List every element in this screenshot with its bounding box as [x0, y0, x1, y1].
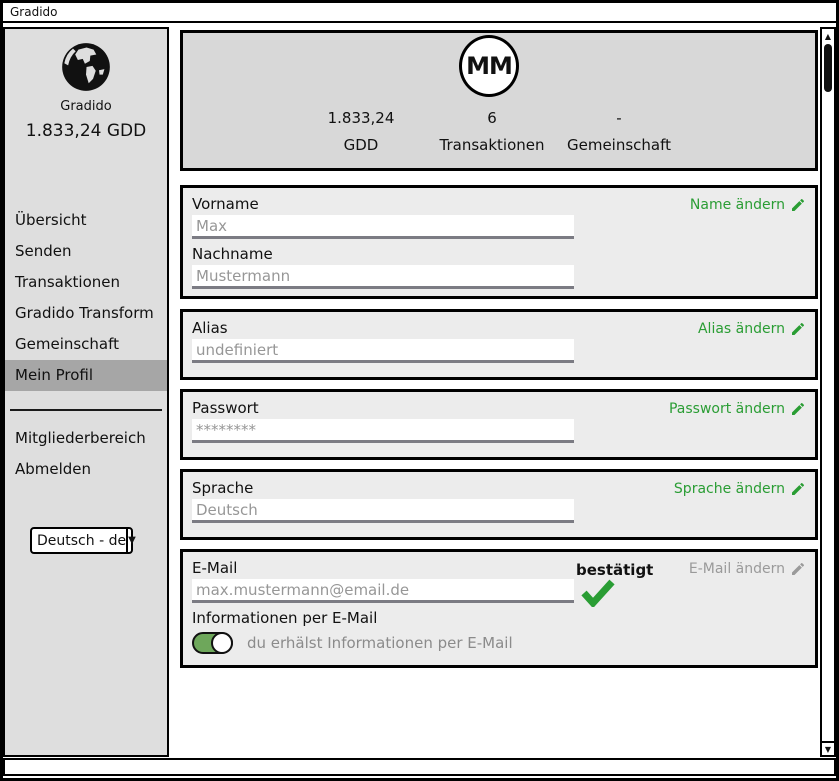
- language-input[interactable]: [192, 499, 574, 523]
- change-email-button: E-Mail ändern: [689, 561, 806, 577]
- profile-header-card: MM 1.833,24 GDD 6 Transaktionen - Gemein…: [180, 30, 818, 171]
- scroll-down-icon[interactable]: ▼: [822, 741, 834, 755]
- avatar: MM: [459, 35, 519, 97]
- sidebar-item-gradido-transform[interactable]: Gradido Transform: [5, 298, 167, 329]
- sidebar-nav: Übersicht Senden Transaktionen Gradido T…: [5, 205, 167, 391]
- stat-community-value: -: [539, 109, 699, 127]
- change-password-button[interactable]: Passwort ändern: [669, 401, 806, 417]
- check-icon: [581, 579, 615, 607]
- alias-card: Alias ändern Alias: [180, 309, 818, 380]
- scroll-up-icon[interactable]: ▲: [822, 29, 834, 43]
- change-name-label: Name ändern: [690, 197, 785, 213]
- name-card: Name ändern Vorname Nachname: [180, 185, 818, 299]
- change-password-label: Passwort ändern: [669, 401, 785, 417]
- change-alias-label: Alias ändern: [698, 321, 785, 337]
- sidebar: Gradido 1.833,24 GDD Übersicht Senden Tr…: [3, 27, 169, 757]
- change-language-button[interactable]: Sprache ändern: [674, 481, 806, 497]
- balance-amount: 1.833,24 GDD: [5, 121, 167, 141]
- sidebar-item-abmelden[interactable]: Abmelden: [5, 454, 167, 485]
- pencil-icon: [790, 321, 806, 337]
- sidebar-secondary-nav: Mitgliederbereich Abmelden: [5, 423, 167, 485]
- sidebar-item-transaktionen[interactable]: Transaktionen: [5, 267, 167, 298]
- alias-input[interactable]: [192, 339, 574, 363]
- email-confirmed-badge: bestätigt: [576, 561, 653, 579]
- logo-label: Gradido: [5, 99, 167, 114]
- pencil-icon: [790, 401, 806, 417]
- sidebar-item-mitgliederbereich[interactable]: Mitgliederbereich: [5, 423, 167, 454]
- password-card: Passwort ändern Passwort: [180, 389, 818, 460]
- sidebar-item-gemeinschaft[interactable]: Gemeinschaft: [5, 329, 167, 360]
- vertical-scrollbar-thumb[interactable]: [824, 44, 832, 92]
- app-window: Gradido Gradido 1.833,24 GDD Übersicht S…: [0, 0, 839, 781]
- last-name-label: Nachname: [192, 245, 806, 263]
- pencil-icon: [790, 197, 806, 213]
- newsletter-hint: du erhälst Informationen per E-Mail: [247, 634, 513, 652]
- sidebar-item-uebersicht[interactable]: Übersicht: [5, 205, 167, 236]
- email-input[interactable]: [192, 579, 574, 603]
- window-title: Gradido: [10, 5, 58, 19]
- change-language-label: Sprache ändern: [674, 481, 785, 497]
- email-card: bestätigt E-Mail ändern E-Mail Informati…: [180, 549, 818, 668]
- logo-area: Gradido: [5, 41, 167, 114]
- password-input[interactable]: [192, 419, 574, 443]
- change-alias-button[interactable]: Alias ändern: [698, 321, 806, 337]
- pencil-icon: [790, 481, 806, 497]
- globe-icon: [60, 41, 112, 93]
- newsletter-row: du erhälst Informationen per E-Mail: [192, 632, 806, 654]
- newsletter-label: Informationen per E-Mail: [192, 609, 806, 627]
- sidebar-item-mein-profil[interactable]: Mein Profil: [5, 360, 167, 391]
- change-name-button[interactable]: Name ändern: [690, 197, 806, 213]
- first-name-input[interactable]: [192, 215, 574, 239]
- toggle-knob: [211, 632, 233, 654]
- vertical-scrollbar[interactable]: ▲ ▼: [820, 27, 836, 757]
- sidebar-divider: [10, 409, 162, 411]
- title-bar: Gradido: [3, 3, 836, 23]
- stat-community-label: Gemeinschaft: [539, 136, 699, 154]
- language-card: Sprache ändern Sprache: [180, 469, 818, 540]
- sidebar-item-senden[interactable]: Senden: [5, 236, 167, 267]
- newsletter-toggle[interactable]: [192, 632, 233, 654]
- chevron-down-icon[interactable]: ▼: [126, 529, 136, 552]
- change-email-label: E-Mail ändern: [689, 561, 785, 577]
- pencil-icon: [790, 561, 806, 577]
- language-dropdown-value: Deutsch - de: [32, 533, 126, 549]
- last-name-input[interactable]: [192, 265, 574, 289]
- horizontal-scrollbar[interactable]: [3, 758, 836, 776]
- language-dropdown[interactable]: Deutsch - de ▼: [30, 527, 133, 554]
